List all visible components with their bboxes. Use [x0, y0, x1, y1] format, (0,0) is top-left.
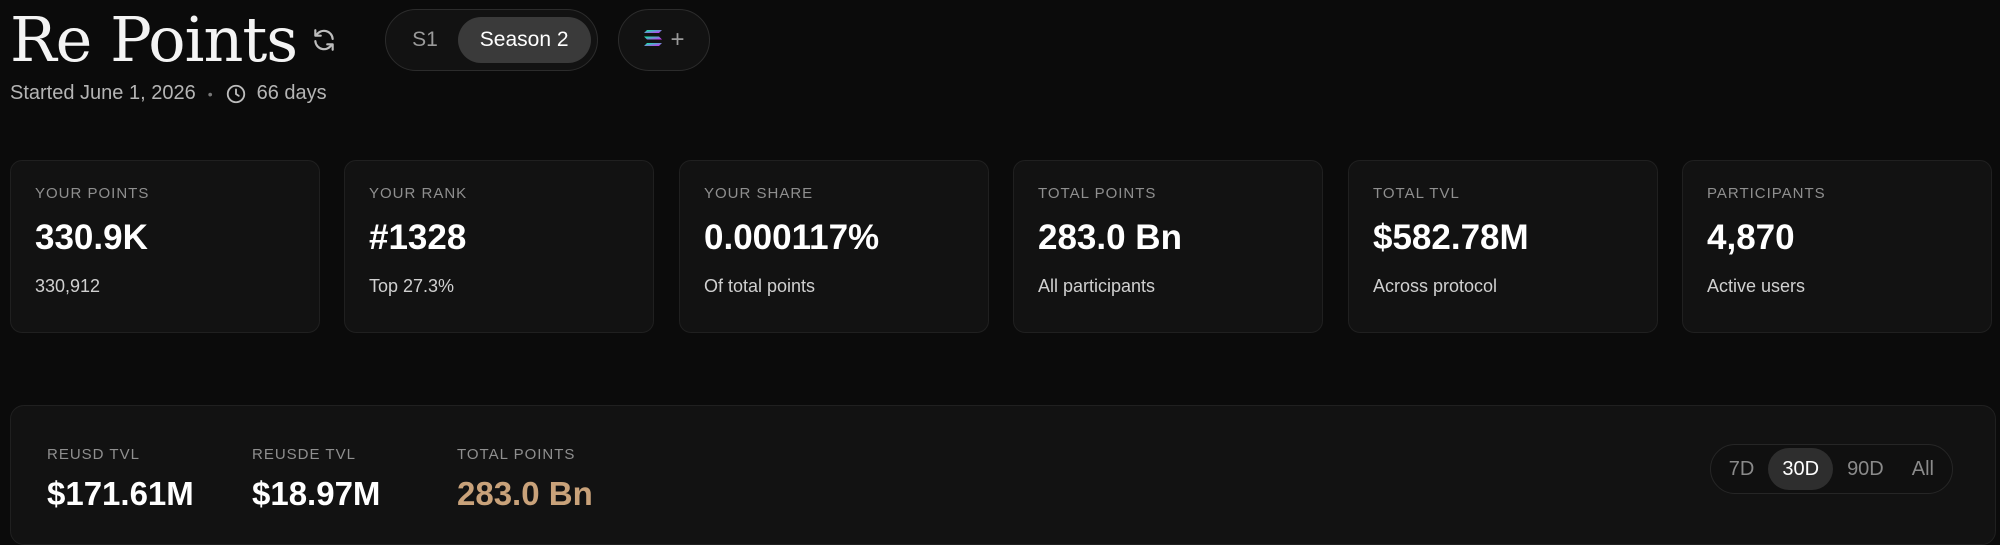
solana-logo-icon: [643, 29, 663, 52]
tvl-value: $18.97M: [252, 475, 381, 512]
tvl-panel: REUSD TVL $171.61M REUSDE TVL $18.97M TO…: [10, 405, 1996, 545]
season-start-date: Started June 1, 2026: [10, 82, 196, 104]
stat-subtext: 330,912: [35, 276, 101, 296]
stat-card-your-points: YOUR POINTS 330.9K 330,912: [10, 160, 320, 333]
stat-label: PARTICIPANTS: [1707, 185, 1826, 202]
range-all-button[interactable]: All: [1898, 448, 1948, 490]
stat-card-total-tvl: TOTAL TVL $582.78M Across protocol: [1348, 160, 1658, 333]
tvl-label: TOTAL POINTS: [457, 446, 576, 463]
total-points-stat: TOTAL POINTS 283.0 Bn: [457, 446, 593, 513]
season-duration: 66 days: [256, 82, 327, 104]
tvl-label: REUSDE TVL: [252, 446, 356, 463]
separator-dot: •: [207, 85, 213, 102]
stat-label: YOUR POINTS: [35, 185, 150, 202]
plus-icon: +: [670, 26, 685, 53]
stat-card-your-share: YOUR SHARE 0.000117% Of total points: [679, 160, 989, 333]
tvl-value: $171.61M: [47, 475, 194, 512]
season-meta: Started June 1, 2026 • 66 days: [10, 82, 1990, 105]
refresh-icon[interactable]: [311, 27, 337, 53]
stat-label: TOTAL TVL: [1373, 185, 1460, 202]
stats-row: YOUR POINTS 330.9K 330,912 YOUR RANK #13…: [10, 160, 1994, 333]
stat-subtext: Top 27.3%: [369, 276, 455, 296]
stat-subtext: All participants: [1038, 276, 1156, 296]
range-90d-button[interactable]: 90D: [1833, 448, 1898, 490]
tvl-label: REUSD TVL: [47, 446, 140, 463]
stat-value: #1328: [369, 218, 467, 257]
stat-subtext: Of total points: [704, 276, 816, 296]
stat-label: YOUR RANK: [369, 185, 468, 202]
stat-label: TOTAL POINTS: [1038, 185, 1157, 202]
stat-value: 0.000117%: [704, 218, 880, 257]
range-30d-button[interactable]: 30D: [1768, 448, 1834, 490]
season-2-button[interactable]: Season 2: [457, 17, 591, 63]
stat-value: 330.9K: [35, 218, 148, 257]
reusd-tvl-stat: REUSD TVL $171.61M: [47, 446, 194, 513]
clock-icon: [225, 83, 247, 105]
stat-value: 283.0 Bn: [1038, 218, 1182, 257]
stat-value: 4,870: [1707, 218, 1795, 257]
reusde-tvl-stat: REUSDE TVL $18.97M: [252, 446, 380, 513]
tvl-value: 283.0 Bn: [457, 475, 593, 512]
stat-label: YOUR SHARE: [704, 185, 814, 202]
stat-subtext: Across protocol: [1373, 276, 1498, 296]
season-toggle: S1 Season 2: [385, 9, 598, 71]
stat-card-total-points: TOTAL POINTS 283.0 Bn All participants: [1013, 160, 1323, 333]
season-s1-button[interactable]: S1: [392, 17, 458, 63]
range-7d-button[interactable]: 7D: [1715, 448, 1769, 490]
stat-value: $582.78M: [1373, 218, 1529, 257]
title-row: Re Points S1 Season 2 +: [10, 0, 1990, 80]
page-title: Re Points: [10, 3, 298, 76]
stat-subtext: Active users: [1707, 276, 1806, 296]
time-range-toggle: 7D 30D 90D All: [1709, 444, 1953, 494]
page-header: Re Points S1 Season 2 + Started June 1, …: [10, 0, 1990, 120]
chain-select-button[interactable]: +: [617, 9, 710, 71]
stat-card-your-rank: YOUR RANK #1328 Top 27.3%: [344, 160, 654, 333]
stat-card-participants: PARTICIPANTS 4,870 Active users: [1682, 160, 1992, 333]
